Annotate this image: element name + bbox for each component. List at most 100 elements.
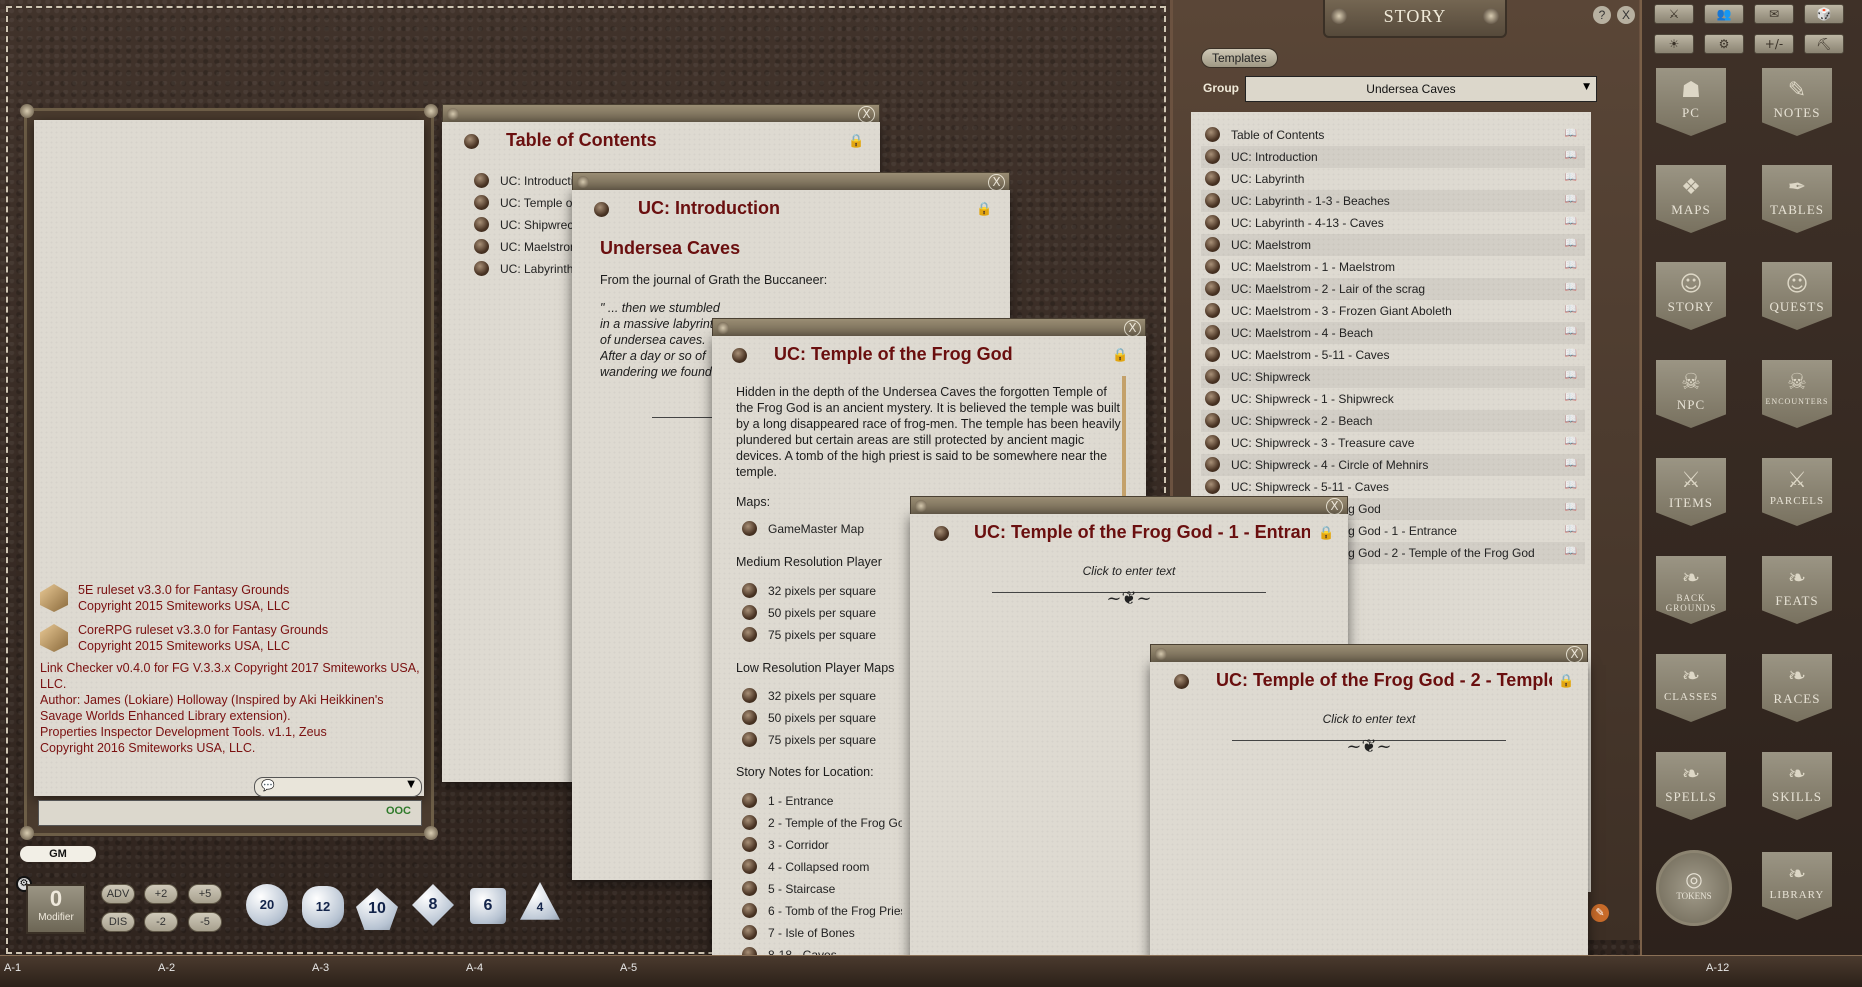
list-item[interactable]: 4 - Collapsed room	[742, 856, 902, 878]
window-titlebar[interactable]: X	[572, 172, 1010, 192]
record-link-icon[interactable]	[1205, 369, 1220, 384]
book-icon[interactable]: 📖	[1565, 238, 1577, 249]
templates-button[interactable]: Templates	[1201, 48, 1278, 68]
list-item[interactable]: UC: Maelstrom - 4 - Beach 📖	[1201, 322, 1585, 344]
record-link-icon[interactable]	[474, 239, 489, 254]
list-item-label[interactable]: UC: Shipwreck	[1231, 370, 1310, 384]
record-link-icon[interactable]	[1205, 171, 1220, 186]
list-item-label[interactable]: Table of Contents	[1231, 128, 1324, 142]
close-button[interactable]: X	[1617, 6, 1635, 24]
sidebar-item-npc[interactable]: ☠ NPC	[1656, 360, 1726, 428]
book-icon[interactable]: 📖	[1565, 326, 1577, 337]
sidebar-item-parcels[interactable]: ⚔ PARCELS	[1762, 458, 1832, 526]
list-item[interactable]: UC: Shipwreck 📖	[1201, 366, 1585, 388]
list-item[interactable]: UC: Maelstrom - 1 - Maelstrom 📖	[1201, 256, 1585, 278]
lock-icon[interactable]: 🔒	[1318, 526, 1334, 542]
list-item-label[interactable]: 3 - Corridor	[768, 838, 829, 852]
list-item[interactable]: UC: Maelstrom 📖	[1201, 234, 1585, 256]
list-item[interactable]: 5 - Staircase	[742, 878, 902, 900]
sidebar-item-spells[interactable]: ❧ SPELLS	[1656, 752, 1726, 820]
list-item[interactable]: UC: Labyrinth 📖	[1201, 168, 1585, 190]
book-icon[interactable]: 📖	[1565, 260, 1577, 271]
list-item-label[interactable]: UC: Maelstrom - 3 - Frozen Giant Aboleth	[1231, 304, 1452, 318]
list-item[interactable]: 2 - Temple of the Frog God	[742, 812, 902, 834]
list-item-label[interactable]: 7 - Isle of Bones	[768, 926, 855, 940]
text-placeholder[interactable]: Click to enter text	[1150, 712, 1588, 726]
plus-two-button[interactable]: +2	[144, 884, 178, 904]
list-item-label[interactable]: 2 - Temple of the Frog God	[768, 816, 902, 830]
close-button[interactable]: X	[858, 106, 875, 123]
chat-window[interactable]: 5E ruleset v3.3.0 for Fantasy Grounds Co…	[20, 104, 438, 840]
minus-five-button[interactable]: -5	[188, 912, 222, 932]
list-item-label[interactable]: UC: Maelstrom	[1231, 238, 1311, 252]
advantage-button[interactable]: ADV	[101, 884, 135, 904]
record-link-icon[interactable]	[742, 815, 757, 830]
book-icon[interactable]: 📖	[1565, 172, 1577, 183]
list-item-label[interactable]: UC: Labyrinth	[500, 262, 573, 276]
sidebar-item-tables[interactable]: ✒ TABLES	[1762, 165, 1832, 233]
sidebar-item-feats[interactable]: ❧ FEATS	[1762, 556, 1832, 624]
record-link-icon[interactable]	[934, 526, 949, 541]
record-link-icon[interactable]	[1205, 237, 1220, 252]
chat-mode-dropdown[interactable]: 💬 ▼	[254, 777, 422, 797]
close-button[interactable]: X	[1326, 498, 1343, 515]
close-button[interactable]: X	[988, 174, 1005, 191]
record-link-icon[interactable]	[1205, 413, 1220, 428]
record-link-icon[interactable]	[474, 173, 489, 188]
book-icon[interactable]: 📖	[1565, 282, 1577, 293]
record-link-icon[interactable]	[742, 627, 757, 642]
sidebar-item-skills[interactable]: ❧ SKILLS	[1762, 752, 1832, 820]
window-titlebar[interactable]: X	[712, 318, 1146, 338]
list-item[interactable]: Table of Contents 📖	[1201, 124, 1585, 146]
list-item-label[interactable]: UC: Shipwreck - 5-11 - Caves	[1231, 480, 1389, 494]
list-item-label[interactable]: GameMaster Map	[768, 522, 864, 536]
list-item-label[interactable]: 50 pixels per square	[768, 606, 876, 620]
record-link-icon[interactable]	[1205, 127, 1220, 142]
d12-die[interactable]: 12	[302, 886, 344, 928]
list-item-label[interactable]: UC: Shipwreck - 3 - Treasure cave	[1231, 436, 1414, 450]
sidebar-item-library[interactable]: ❧ LIBRARY	[1762, 852, 1832, 920]
list-item[interactable]: UC: Maelstrom - 5-11 - Caves 📖	[1201, 344, 1585, 366]
pointer-icon[interactable]: ⛏	[1804, 34, 1844, 54]
book-icon[interactable]: 📖	[1565, 128, 1577, 139]
book-icon[interactable]: 📖	[1565, 436, 1577, 447]
chat-input[interactable]: OOC	[38, 800, 422, 826]
list-item-label[interactable]: UC: Labyrinth	[1231, 172, 1304, 186]
list-item-label[interactable]: UC: Introduction	[1231, 150, 1318, 164]
list-item-label[interactable]: 75 pixels per square	[768, 628, 876, 642]
record-link-icon[interactable]	[732, 348, 747, 363]
record-link-icon[interactable]	[464, 134, 479, 149]
record-link-icon[interactable]	[742, 925, 757, 940]
record-link-icon[interactable]	[1205, 193, 1220, 208]
record-link-icon[interactable]	[742, 521, 757, 536]
d20-die[interactable]: 20	[246, 884, 288, 926]
book-icon[interactable]: 📖	[1565, 370, 1577, 381]
record-link-icon[interactable]	[1174, 674, 1189, 689]
record-link-icon[interactable]	[1205, 325, 1220, 340]
record-link-icon[interactable]	[474, 195, 489, 210]
list-item-label[interactable]: UC: Maelstrom	[500, 240, 580, 254]
close-button[interactable]: X	[1566, 646, 1583, 663]
list-item-label[interactable]: 5 - Staircase	[768, 882, 835, 896]
text-placeholder[interactable]: Click to enter text	[910, 564, 1348, 578]
sidebar-item-backgrounds[interactable]: ❧ BACK GROUNDS	[1656, 556, 1726, 624]
record-link-icon[interactable]	[742, 881, 757, 896]
record-link-icon[interactable]	[742, 837, 757, 852]
list-item-label[interactable]: UC: Shipwreck - 4 - Circle of Mehnirs	[1231, 458, 1428, 472]
modifier-icon[interactable]: +/-	[1754, 34, 1794, 54]
record-link-icon[interactable]	[1205, 347, 1220, 362]
list-item[interactable]: UC: Shipwreck - 4 - Circle of Mehnirs 📖	[1201, 454, 1585, 476]
list-item-label[interactable]: UC: Maelstrom - 2 - Lair of the scrag	[1231, 282, 1425, 296]
book-icon[interactable]: 📖	[1565, 392, 1577, 403]
record-link-icon[interactable]	[742, 583, 757, 598]
group-dropdown[interactable]: Undersea Caves ▼	[1245, 76, 1597, 102]
sidebar-item-classes[interactable]: ❧ CLASSES	[1656, 654, 1726, 722]
list-item-label[interactable]: 6 - Tomb of the Frog Priest	[768, 904, 902, 918]
list-item-label[interactable]: UC: Shipwreck - 2 - Beach	[1231, 414, 1372, 428]
list-item-label[interactable]: UC: Labyrinth - 1-3 - Beaches	[1231, 194, 1390, 208]
record-link-icon[interactable]	[594, 202, 609, 217]
book-icon[interactable]: 📖	[1565, 524, 1577, 535]
book-icon[interactable]: 📖	[1565, 414, 1577, 425]
list-item-label[interactable]: UC: Shipwreck - 1 - Shipwreck	[1231, 392, 1394, 406]
record-link-icon[interactable]	[1205, 457, 1220, 472]
